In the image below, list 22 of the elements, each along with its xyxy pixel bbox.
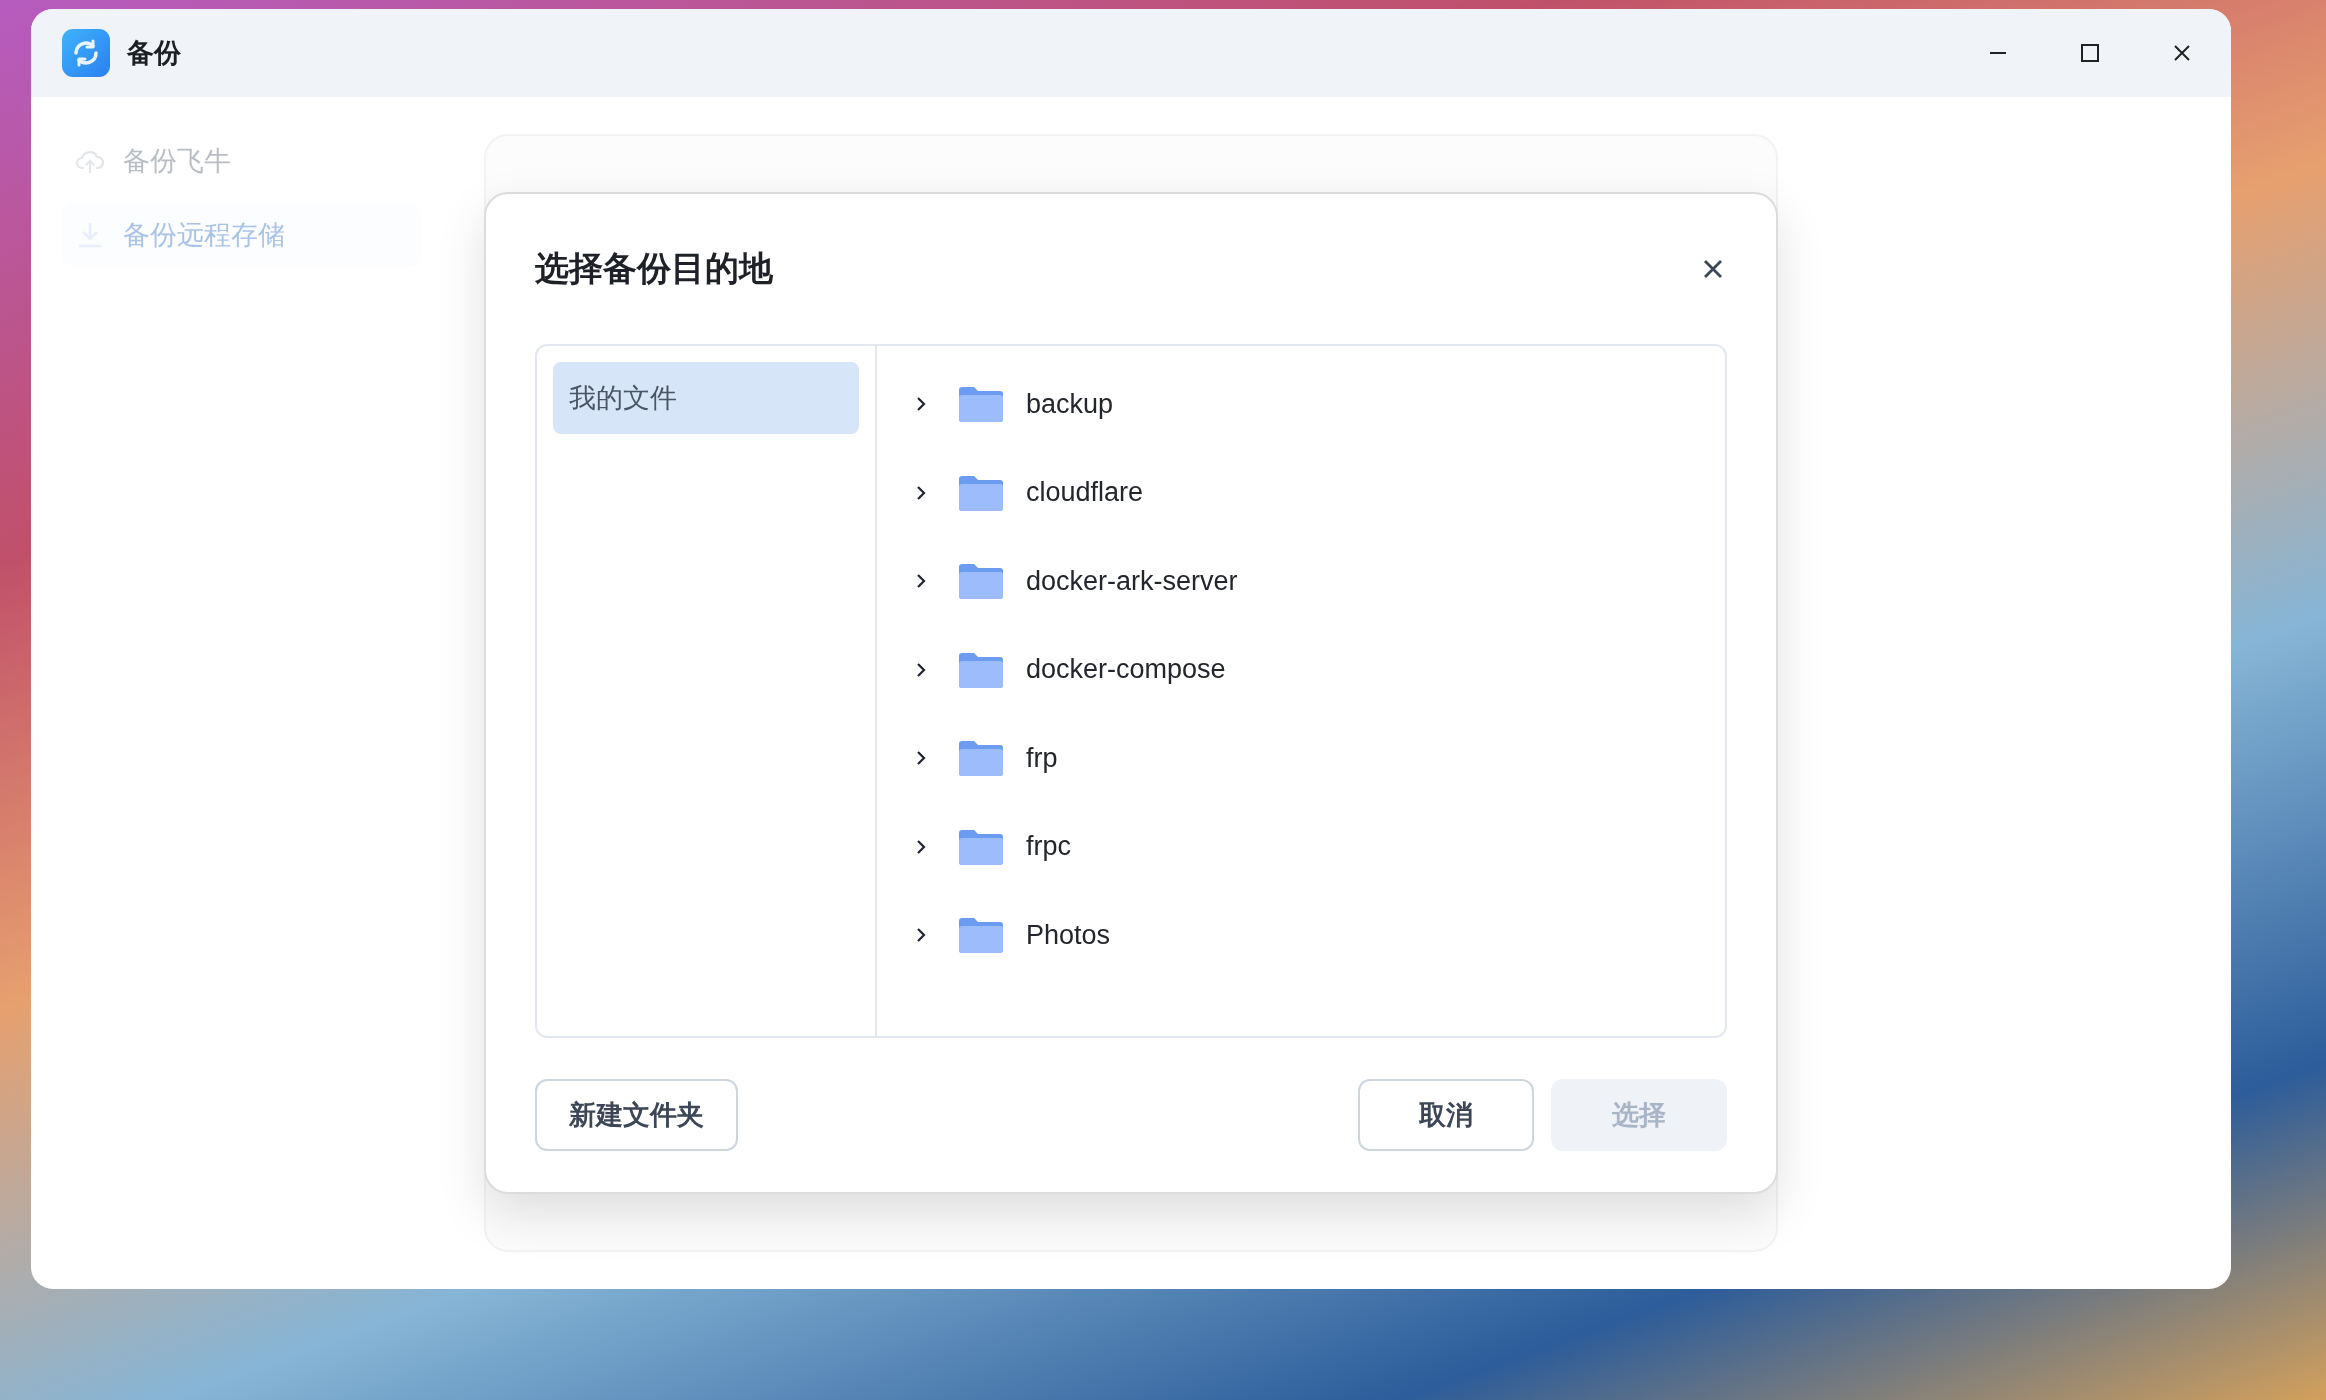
dialog-title: 选择备份目的地 xyxy=(535,248,773,289)
folder-name[interactable]: docker-ark-server xyxy=(1026,565,1238,597)
folder-icon xyxy=(959,651,1003,688)
new-folder-button[interactable]: 新建文件夹 xyxy=(535,1079,738,1151)
cancel-button[interactable]: 取消 xyxy=(1358,1079,1534,1151)
folder-name[interactable]: frp xyxy=(1026,742,1058,774)
app-sync-icon xyxy=(62,29,110,77)
folder-icon xyxy=(959,563,1003,600)
folder-icon xyxy=(959,474,1003,511)
folder-name[interactable]: backup xyxy=(1026,388,1114,420)
folder-name[interactable]: docker-compose xyxy=(1026,654,1226,686)
folder-name[interactable]: cloudflare xyxy=(1026,477,1144,509)
window-title: 备份 xyxy=(127,37,181,70)
location-item[interactable]: 我的文件 xyxy=(553,362,859,434)
folder-icon xyxy=(959,386,1003,423)
folder-icon xyxy=(959,917,1003,954)
folder-icon xyxy=(959,828,1003,865)
maximize-icon[interactable] xyxy=(2080,43,2100,63)
folder-name[interactable]: frpc xyxy=(1026,831,1071,863)
folder-icon xyxy=(959,740,1003,777)
folder-name[interactable]: Photos xyxy=(1026,919,1111,951)
close-icon[interactable] xyxy=(2172,43,2192,63)
